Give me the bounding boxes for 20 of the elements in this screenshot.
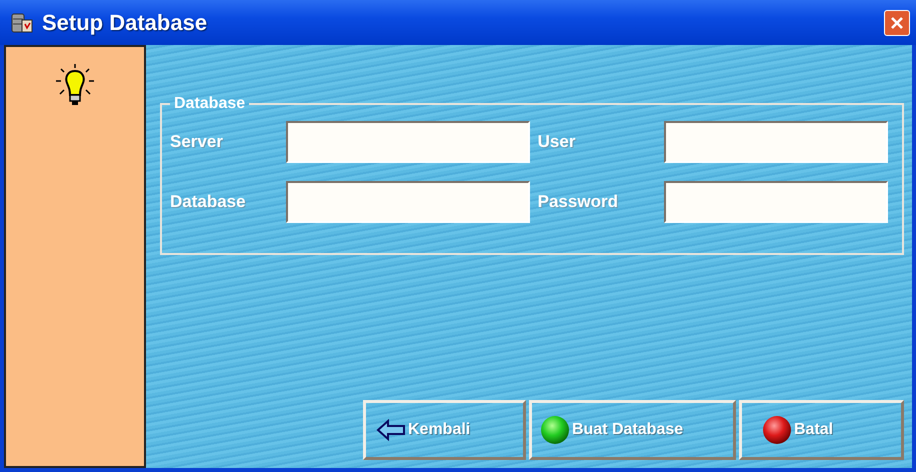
input-field[interactable]	[286, 181, 530, 223]
window-title: Setup Database	[42, 10, 208, 36]
ball-icon	[762, 415, 792, 445]
input-field[interactable]	[286, 121, 530, 163]
field-label: Server	[170, 132, 224, 152]
action-button[interactable]: Batal	[739, 400, 904, 460]
field-label: User	[538, 132, 576, 152]
database-icon	[10, 10, 34, 34]
light-bulb-icon	[55, 63, 95, 107]
field-label: Password	[538, 192, 619, 212]
arrow-left-icon	[376, 419, 406, 441]
field-label: Database	[170, 192, 247, 212]
input-field[interactable]	[664, 121, 888, 163]
ball-icon	[540, 415, 570, 445]
action-button[interactable]: Kembali	[363, 400, 526, 460]
close-icon	[889, 14, 905, 30]
action-button[interactable]: Buat Database	[529, 400, 736, 460]
close-button[interactable]	[884, 10, 910, 36]
group-title: Database	[173, 95, 246, 113]
input-field[interactable]	[664, 181, 888, 223]
